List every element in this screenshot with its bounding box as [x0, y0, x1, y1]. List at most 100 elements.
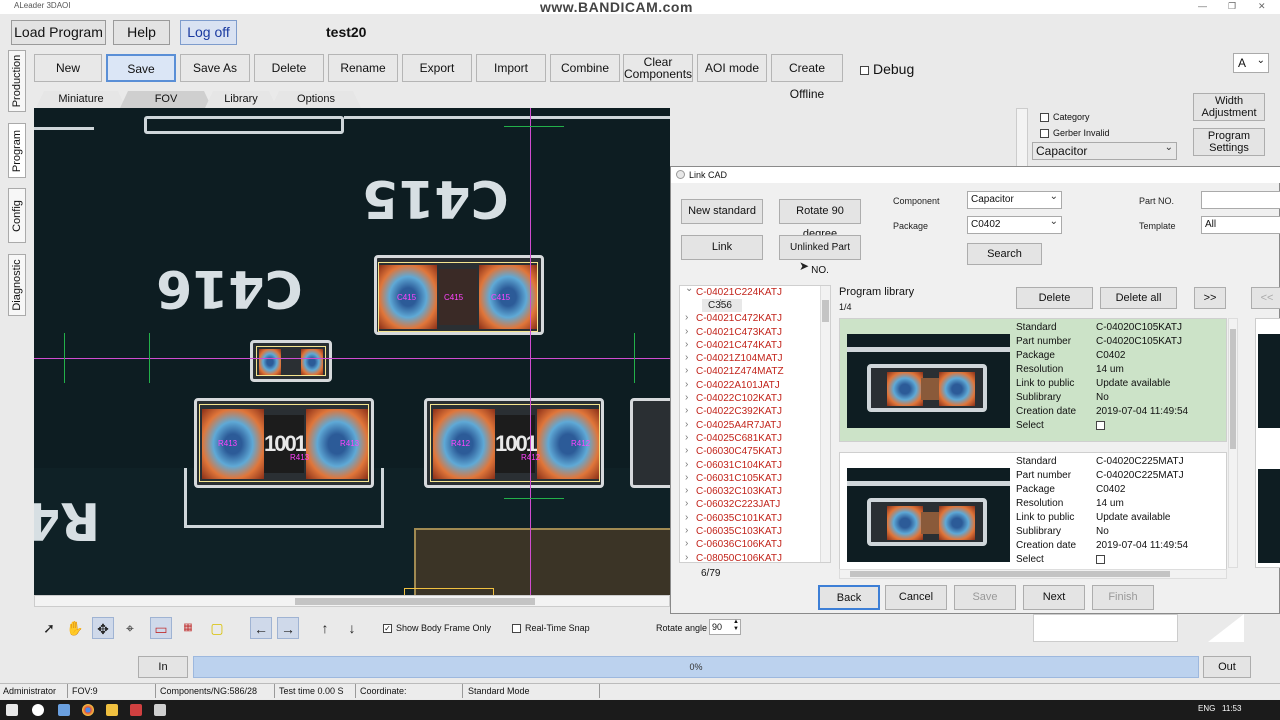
side-tab-production[interactable]: Production — [8, 50, 26, 112]
component-c415[interactable]: C415 C415 C415 — [378, 262, 538, 332]
library-prev-page-button[interactable]: << — [1251, 287, 1280, 309]
arrow-right-icon[interactable]: → — [277, 617, 299, 639]
part-number-tree[interactable]: C-04021C224KATJ C356 C-04021C472KATJ C-0… — [679, 285, 831, 563]
aoi-mode-button[interactable]: AOI mode — [697, 54, 767, 82]
card-select-checkbox[interactable] — [1096, 420, 1105, 430]
save-as-button[interactable]: Save As — [180, 54, 250, 82]
scrollbar-thumb[interactable] — [850, 571, 1170, 577]
fov-camera-view[interactable]: C415 C416 R4 C415 C415 C415 1001 R413 R4… — [34, 108, 670, 595]
arrow-left-icon[interactable]: ← — [250, 617, 272, 639]
start-icon[interactable] — [6, 704, 18, 716]
new-standard-button[interactable]: New standard — [681, 199, 763, 224]
library-card[interactable]: Standard C-04020C225MATJ Part number C-040… — [839, 452, 1227, 570]
rename-button[interactable]: Rename — [328, 54, 398, 82]
show-body-frame-checkbox[interactable] — [383, 624, 392, 634]
list-item[interactable]: C-04021Z104MATJ — [680, 351, 830, 365]
library-card[interactable]: Standard C-04020C105KATJ Part number C-040… — [839, 318, 1227, 442]
list-item[interactable]: C-04021C224KATJ — [680, 286, 830, 299]
tree-scrollbar[interactable] — [820, 286, 830, 562]
part-no-input[interactable] — [1201, 191, 1280, 209]
list-item[interactable]: C-04022C102KATJ — [680, 391, 830, 405]
list-item[interactable]: C-06035C101KATJ — [680, 511, 830, 525]
next-button[interactable]: Next — [1023, 585, 1085, 610]
template-select[interactable]: All — [1201, 216, 1280, 234]
library-h-scrollbar[interactable] — [839, 569, 1227, 579]
category-toggle[interactable]: Category — [1040, 112, 1090, 123]
side-tab-diagnostic[interactable]: Diagnostic — [8, 254, 26, 316]
create-offline-button[interactable]: Create Offline — [771, 54, 843, 101]
tree-child-item[interactable]: C356 — [702, 299, 742, 313]
restore-button[interactable]: ❐ — [1228, 1, 1236, 12]
out-button[interactable]: Out — [1203, 656, 1251, 678]
rotate-90-button[interactable]: Rotate 90 degree — [779, 199, 861, 240]
close-button[interactable]: ✕ — [1258, 1, 1266, 12]
list-item[interactable]: C-06035C103KATJ — [680, 524, 830, 538]
save-button[interactable]: Save — [106, 54, 176, 82]
list-item[interactable]: C-04021C474KATJ — [680, 338, 830, 352]
log-off-button[interactable]: Log off — [180, 20, 237, 45]
program-settings-button[interactable]: Program Settings — [1193, 128, 1265, 156]
component-r413[interactable]: 1001 R413 R413 R413 — [199, 404, 369, 482]
taskbar-app-icon[interactable] — [154, 704, 166, 716]
import-button[interactable]: Import — [476, 54, 546, 82]
library-next-page-button[interactable]: >> — [1194, 287, 1226, 309]
library-scrollbar[interactable] — [1228, 318, 1238, 568]
gerber-invalid-checkbox[interactable] — [1040, 129, 1049, 139]
category-select[interactable]: Capacitor — [1032, 140, 1177, 160]
language-select[interactable]: A ⌄ — [1233, 53, 1269, 73]
library-delete-button[interactable]: Delete — [1016, 287, 1093, 309]
clock[interactable]: 11:53 — [1222, 704, 1241, 713]
camera-horizontal-scrollbar[interactable] — [34, 595, 670, 607]
realtime-snap-checkbox[interactable] — [512, 624, 521, 634]
width-adjustment-button[interactable]: Width Adjustment — [1193, 93, 1265, 121]
combine-button[interactable]: Combine — [550, 54, 620, 82]
gerber-invalid-toggle[interactable]: Gerber Invalid — [1040, 128, 1110, 139]
folder-icon[interactable] — [106, 704, 118, 716]
debug-toggle[interactable]: Debug — [860, 61, 914, 77]
side-tab-config[interactable]: Config — [8, 188, 26, 243]
move-icon[interactable]: ✥ — [92, 617, 114, 639]
in-button[interactable]: In — [138, 656, 188, 678]
export-button[interactable]: Export — [402, 54, 472, 82]
tab-fov[interactable]: FOV — [120, 91, 212, 108]
pointer-icon[interactable]: ➚ — [38, 617, 60, 639]
rotate-angle-stepper[interactable]: 90 ▲ ▼ — [709, 619, 741, 635]
save-dialog-button[interactable]: Save — [954, 585, 1016, 610]
list-item[interactable]: C-06032C223JATJ — [680, 497, 830, 511]
list-item[interactable]: C-06036C106KATJ — [680, 537, 830, 551]
list-item[interactable]: C-04022A101JATJ — [680, 378, 830, 392]
category-checkbox[interactable] — [1040, 113, 1049, 123]
clear-components-button[interactable]: Clear Components — [623, 54, 693, 82]
search-button[interactable]: Search — [967, 243, 1042, 265]
list-item[interactable]: C-06030C475KATJ — [680, 444, 830, 458]
taskbar-app-icon[interactable] — [130, 704, 142, 716]
card-select-checkbox[interactable] — [1096, 554, 1105, 564]
scrollbar-thumb[interactable] — [822, 300, 829, 322]
component-small-capacitor[interactable] — [256, 346, 326, 376]
realtime-snap-toggle[interactable]: Real-Time Snap — [512, 623, 590, 634]
scrollbar-thumb[interactable] — [1230, 329, 1236, 449]
arrow-down-icon[interactable]: ↓ — [341, 617, 363, 639]
show-body-frame-toggle[interactable]: Show Body Frame Only — [383, 623, 491, 634]
help-button[interactable]: Help — [113, 20, 170, 45]
unlinked-part-no-button[interactable]: Unlinked Part NO. — [779, 235, 861, 276]
list-item[interactable]: C-04022C392KATJ — [680, 404, 830, 418]
new-button[interactable]: New — [34, 54, 102, 82]
list-item[interactable]: C-06031C104KATJ — [680, 458, 830, 472]
list-item[interactable]: C-04021C473KATJ — [680, 325, 830, 339]
finish-button[interactable]: Finish — [1092, 585, 1154, 610]
rectangle-icon[interactable]: ▭ — [150, 617, 172, 639]
arrow-up-icon[interactable]: ↑ — [314, 617, 336, 639]
app-icon[interactable] — [32, 704, 44, 716]
list-item[interactable]: C-08050C106KATJ — [680, 551, 830, 562]
cancel-button[interactable]: Cancel — [885, 585, 947, 610]
tab-options[interactable]: Options — [271, 91, 361, 108]
list-item[interactable]: C-04025C681KATJ — [680, 431, 830, 445]
stepper-arrows-icon[interactable]: ▲ ▼ — [733, 619, 739, 633]
side-tab-program[interactable]: Program — [8, 123, 26, 178]
load-program-button[interactable]: Load Program — [11, 20, 106, 45]
hand-icon[interactable]: ✋ — [64, 617, 86, 639]
list-item[interactable]: C-06031C105KATJ — [680, 471, 830, 485]
link-button[interactable]: Link — [681, 235, 763, 260]
package-select[interactable]: C0402 — [967, 214, 1062, 234]
